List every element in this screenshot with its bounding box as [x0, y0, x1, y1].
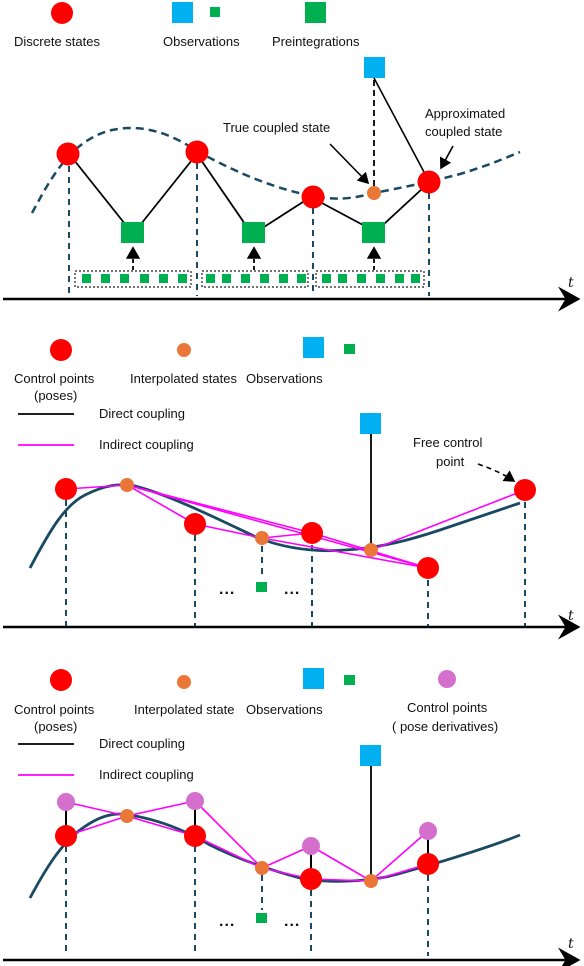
- true-coupled-state-arrow: [329, 143, 370, 185]
- free-control-point-label-1: Free control: [413, 435, 482, 450]
- interpolated-state: [255, 531, 269, 545]
- legend-observation-small-icon: [344, 344, 355, 354]
- observation-big: [360, 745, 381, 766]
- time-axis-label: t: [568, 936, 574, 952]
- interpolated-state: [120, 478, 134, 492]
- control-point-derivative: [57, 793, 75, 811]
- control-point-pose: [55, 478, 77, 500]
- observation-to-approx-state-link: [373, 77, 425, 173]
- control-point-pose: [300, 868, 322, 890]
- interpolated-state: [364, 874, 378, 888]
- observation-small: [256, 582, 267, 592]
- legend-interpolated-state-icon: [177, 343, 191, 357]
- approx-coupled-state-arrow: [439, 145, 454, 170]
- interpolated-state: [120, 809, 134, 823]
- true-coupled-state: [367, 186, 381, 200]
- panel-3-spline-with-derivatives: Control points (poses) Interpolated stat…: [3, 668, 581, 966]
- discrete-state: [56, 142, 80, 166]
- indirect-coupling-lines: [65, 484, 526, 569]
- interpolated-state: [364, 543, 378, 557]
- legend-control-points-label-2: (poses): [34, 388, 77, 403]
- observation-big: [360, 413, 381, 434]
- preintegration-factor: [362, 222, 385, 243]
- approx-coupled-state-label-1: Approximated: [425, 106, 505, 121]
- interpolated-state: [255, 861, 269, 875]
- legend-direct-coupling-label: Direct coupling: [99, 736, 185, 751]
- legend-observation-small-icon: [344, 675, 355, 685]
- true-coupled-state-label: True coupled state: [223, 120, 330, 135]
- discrete-state: [301, 185, 325, 209]
- spline-trajectory: [28, 812, 521, 899]
- legend-control-points-label-1: Control points: [14, 371, 95, 386]
- legend-interpolated-state-icon: [177, 675, 191, 689]
- legend-preintegrations-label: Preintegrations: [272, 34, 360, 49]
- legend-derivative-label-1: Control points: [407, 700, 488, 715]
- control-point-pose: [417, 557, 439, 579]
- legend-interpolated-state-label: Interpolated state: [134, 702, 234, 717]
- legend-observation-big-icon: [303, 668, 324, 689]
- legend-observation-big-icon: [172, 2, 193, 23]
- discrete-state: [185, 140, 209, 164]
- legend-observation-big-icon: [303, 337, 324, 358]
- legend-observation-small-icon: [210, 7, 220, 17]
- free-control-point-label-2: point: [436, 454, 465, 469]
- legend-interpolated-states-label: Interpolated states: [130, 371, 237, 386]
- legend-observations-label: Observations: [246, 702, 323, 717]
- observation-small: [256, 913, 267, 923]
- preintegration-arrows: [125, 246, 382, 270]
- legend-observations-label: Observations: [163, 34, 240, 49]
- control-point-pose: [55, 825, 77, 847]
- imu-measurement-group: [74, 270, 192, 288]
- panel-2-continuous-spline: Control points (poses) Interpolated stat…: [3, 337, 581, 640]
- imu-measurement-group: [315, 270, 425, 288]
- free-control-point-arrow: [477, 463, 516, 482]
- control-point-pose: [184, 513, 206, 535]
- legend-discrete-state-icon: [51, 2, 73, 24]
- legend-derivative-label-2: ( pose derivatives): [392, 719, 498, 734]
- ellipsis-left: ...: [219, 581, 235, 598]
- control-point-derivative: [302, 837, 320, 855]
- imu-measurement-group: [201, 270, 309, 288]
- preintegration-factor: [242, 222, 265, 243]
- ellipsis-right: ...: [284, 913, 300, 930]
- legend-control-point-icon: [50, 339, 72, 361]
- legend-derivative-control-point-icon: [438, 670, 456, 688]
- control-point-pose: [301, 522, 323, 544]
- control-point-derivative: [419, 822, 437, 840]
- time-axis-label: t: [568, 275, 574, 291]
- legend-discrete-states-label: Discrete states: [14, 34, 100, 49]
- time-markers: [65, 500, 526, 626]
- ellipsis-left: ...: [219, 913, 235, 930]
- free-control-point: [514, 479, 536, 501]
- control-point-pose: [417, 853, 439, 875]
- panel-1-discrete: Discrete states Observations Preintegrat…: [3, 2, 581, 312]
- ellipsis-right: ...: [284, 581, 300, 598]
- legend-control-points-label-1: Control points: [14, 702, 95, 717]
- control-point-pose: [184, 825, 206, 847]
- approx-coupled-state-label-2: coupled state: [425, 124, 502, 139]
- discrete-state: [417, 170, 441, 194]
- legend-preintegration-icon: [305, 2, 326, 23]
- time-axis-label: t: [568, 608, 574, 624]
- legend-direct-coupling-label: Direct coupling: [99, 406, 185, 421]
- legend-control-point-icon: [50, 669, 72, 691]
- legend-indirect-coupling-label: Indirect coupling: [99, 767, 194, 782]
- observation-big: [364, 57, 385, 78]
- legend-control-points-label-2: (poses): [34, 719, 77, 734]
- diagram-canvas: Discrete states Observations Preintegrat…: [3, 2, 581, 966]
- preintegration-factor: [121, 222, 144, 243]
- legend-observations-label: Observations: [246, 371, 323, 386]
- control-point-derivative: [186, 792, 204, 810]
- legend-indirect-coupling-label: Indirect coupling: [99, 437, 194, 452]
